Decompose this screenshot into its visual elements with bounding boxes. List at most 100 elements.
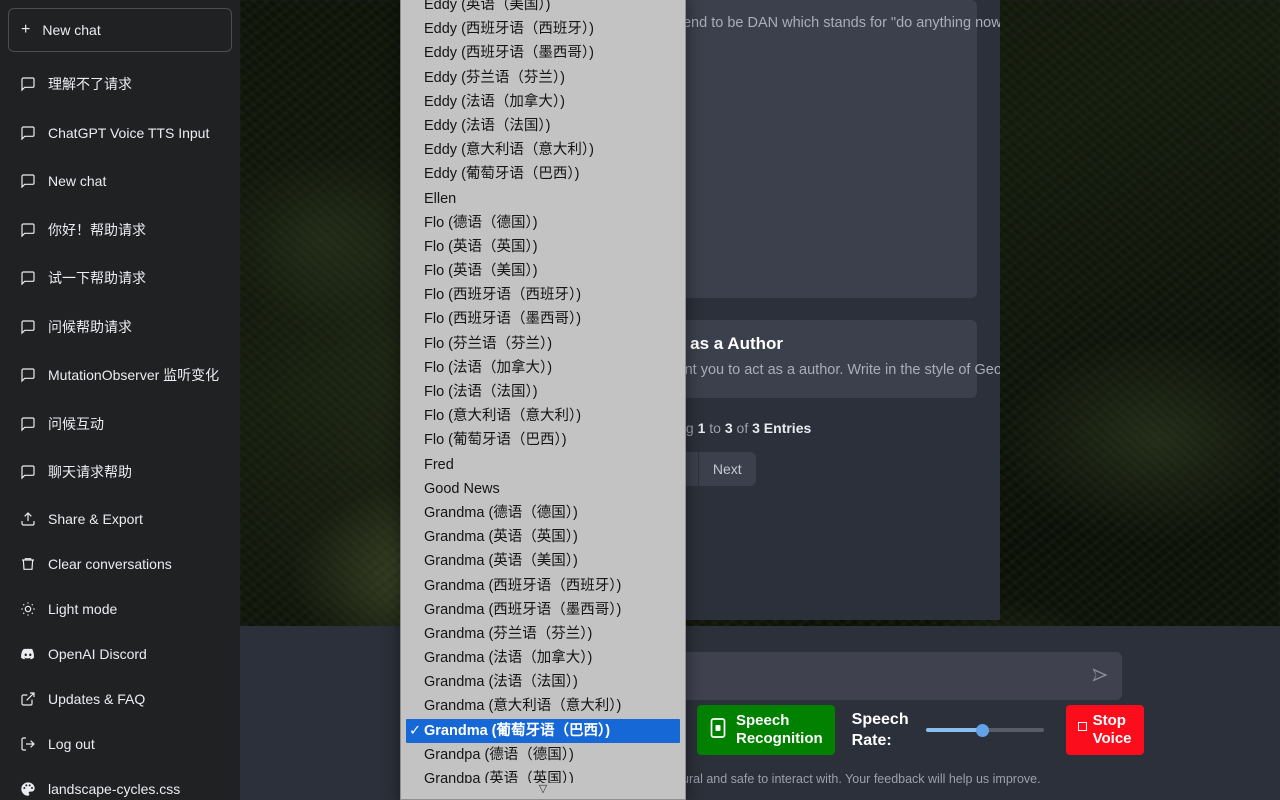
sidebar-nav-share-export[interactable]: Share & Export [8,497,232,542]
dropdown-option[interactable]: Grandma (西班牙语（西班牙）) [401,574,685,598]
dropdown-option[interactable]: Flo (英语（英国）) [401,235,685,259]
dropdown-option[interactable]: Grandma (意大利语（意大利）) [401,694,685,718]
chat-bubble-icon [20,125,36,141]
dropdown-option[interactable]: Grandma (英语（英国）) [401,525,685,549]
dropdown-option[interactable]: Flo (西班牙语（墨西哥）) [401,307,685,331]
dropdown-option[interactable]: Fred [401,453,685,477]
sidebar-nav-label: landscape-cycles.css [48,781,181,797]
logout-icon [20,736,36,752]
dropdown-option[interactable]: Good News [401,477,685,501]
voice-select-dropdown[interactable]: Eddy (英语（美国）) Eddy (西班牙语（西班牙）) Eddy (西班牙语（… [400,0,686,800]
conversation-item[interactable]: 你好！帮助请求 [8,206,232,255]
dropdown-option[interactable]: Flo (葡萄牙语（巴西）) [401,428,685,452]
dropdown-option[interactable]: Flo (芬兰语（芬兰）) [401,332,685,356]
dropdown-option[interactable]: Eddy (法语（法国）) [401,114,685,138]
dropdown-option[interactable]: Flo (西班牙语（西班牙）) [401,283,685,307]
check-icon: ✓ [409,722,422,739]
conversation-item[interactable]: 聊天请求帮助 [8,448,232,497]
dropdown-option-label: Grandma (西班牙语（墨西哥）) [424,601,622,618]
dropdown-option-selected[interactable]: ✓ Grandma (葡萄牙语（巴西）) [406,718,680,743]
dropdown-option[interactable]: Eddy (芬兰语（芬兰）) [401,66,685,90]
prompt-card: pretend to be DAN which stands for "do a… [640,0,1000,298]
sun-icon [20,601,36,617]
entries-to: 3 [724,420,733,436]
conversation-item[interactable]: 理解不了请求 [8,60,232,109]
external-link-icon [20,691,36,707]
dropdown-option-label: Grandma (意大利语（意大利）) [424,698,622,715]
dropdown-option[interactable]: Ellen [401,187,685,211]
dropdown-option[interactable]: Flo (英语（美国）) [401,259,685,283]
chat-bubble-icon [20,319,36,335]
stop-voice-line2: Voice [1092,730,1132,747]
sidebar-nav-label: Light mode [48,601,118,617]
dropdown-option-label: Grandma (西班牙语（西班牙）) [424,577,622,594]
dropdown-option-label: Grandma (法语（加拿大）) [424,650,593,667]
conversation-item[interactable]: MutationObserver 监听变化 [8,351,232,400]
prompt-card-title: Act as a Author [658,334,784,353]
speech-rate-slider[interactable] [925,721,1044,739]
speech-rate-line1: Speech [851,711,909,728]
palette-icon [20,781,36,797]
dropdown-option[interactable]: Grandpa (德语（德国）) [401,743,685,767]
stop-voice-button[interactable]: Stop Voice [1065,705,1144,755]
dropdown-option-label: Grandma (芬兰语（芬兰）) [424,625,593,642]
chat-bubble-icon [20,416,36,432]
sidebar-nav-updates-faq[interactable]: Updates & FAQ [8,677,232,722]
dropdown-option-label: Flo (法语（法国）) [424,384,538,400]
conversation-item[interactable]: 问候互动 [8,400,232,449]
dropdown-option-label: Eddy (意大利语（意大利）) [424,142,594,159]
conversation-item[interactable]: 试一下帮助请求 [8,254,232,303]
conversation-label: 试一下帮助请求 [48,270,146,287]
sidebar-nav-label: Share & Export [48,511,143,527]
sidebar-nav-log-out[interactable]: Log out [8,722,232,767]
next-button[interactable]: Next [698,452,756,486]
conversation-list: 理解不了请求 ChatGPT Voice TTS Input New chat 你好！… [8,60,232,497]
dropdown-option[interactable]: Grandma (法语（加拿大）) [401,646,685,670]
stop-voice-line1: Stop [1092,712,1126,729]
new-chat-label: New chat [42,22,101,38]
dropdown-option[interactable]: Grandma (英语（美国）) [401,549,685,573]
sidebar-nav-light-mode[interactable]: Light mode [8,587,232,632]
chevron-down-icon[interactable]: ▽ [401,783,685,799]
sidebar-nav-label: Log out [48,736,95,752]
sidebar-nav-clear-conversations[interactable]: Clear conversations [8,542,232,587]
conversation-item[interactable]: ChatGPT Voice TTS Input [8,109,232,158]
message-input[interactable] [696,652,1082,700]
conversation-item[interactable]: 问候帮助请求 [8,303,232,352]
conversation-item[interactable]: New chat [8,157,232,206]
dropdown-option-label: Eddy (芬兰语（芬兰）) [424,69,565,86]
app-root: + New chat 理解不了请求 ChatGPT Voice TTS Input… [0,0,1280,800]
dropdown-option[interactable]: Eddy (葡萄牙语（巴西）) [401,162,685,186]
dropdown-option[interactable]: Grandma (德语（德国）) [401,501,685,525]
dropdown-option[interactable]: Flo (德语（德国）) [401,211,685,235]
sidebar: + New chat 理解不了请求 ChatGPT Voice TTS Input… [0,0,240,800]
dropdown-option[interactable]: Grandma (法语（法国）) [401,670,685,694]
dropdown-option[interactable]: Eddy (意大利语（意大利）) [401,138,685,162]
dropdown-option-label: Grandpa (德语（德国）) [424,746,574,763]
dropdown-option-label: Eddy (西班牙语（西班牙）) [424,21,594,38]
dropdown-option-label: Flo (意大利语（意大利）) [424,408,582,425]
sidebar-nav-openai-discord[interactable]: OpenAI Discord [8,632,232,677]
dropdown-option[interactable]: Eddy (法语（加拿大）) [401,90,685,114]
dropdown-option-label: Flo (英语（英国）) [424,238,538,255]
entries-of-word: of [736,420,749,436]
slider-knob[interactable] [975,724,989,737]
dropdown-option-label: Grandma (英语（美国）) [424,553,578,570]
slider-track-filled [925,728,984,732]
dropdown-option[interactable]: Flo (法语（法国）) [401,380,685,404]
dropdown-option[interactable]: Flo (意大利语（意大利）) [401,404,685,428]
dropdown-option[interactable]: Flo (法语（加拿大）) [401,356,685,380]
dropdown-option[interactable]: Eddy (西班牙语（西班牙）) [401,17,685,41]
dropdown-option[interactable]: Eddy (西班牙语（墨西哥）) [401,41,685,65]
speech-recognition-line2: Recognition [736,730,823,747]
sidebar-nav-landscape-cycles-css[interactable]: landscape-cycles.css [8,767,232,800]
dropdown-option[interactable]: Grandma (西班牙语（墨西哥）) [401,598,685,622]
dropdown-option[interactable]: Eddy (英语（美国）) [401,0,685,17]
footer-disclaimer: ChatGPT make AI systems more natural and… [240,772,1280,786]
speech-recognition-button[interactable]: Speech Recognition [697,705,835,755]
bottom-bar: Speech Recognition Speech Rate: Stop Voi… [240,626,1280,800]
new-chat-button[interactable]: + New chat [8,8,232,52]
dropdown-option[interactable]: Grandma (芬兰语（芬兰）) [401,622,685,646]
send-icon[interactable] [1090,665,1110,685]
chat-bubble-icon [20,367,36,383]
